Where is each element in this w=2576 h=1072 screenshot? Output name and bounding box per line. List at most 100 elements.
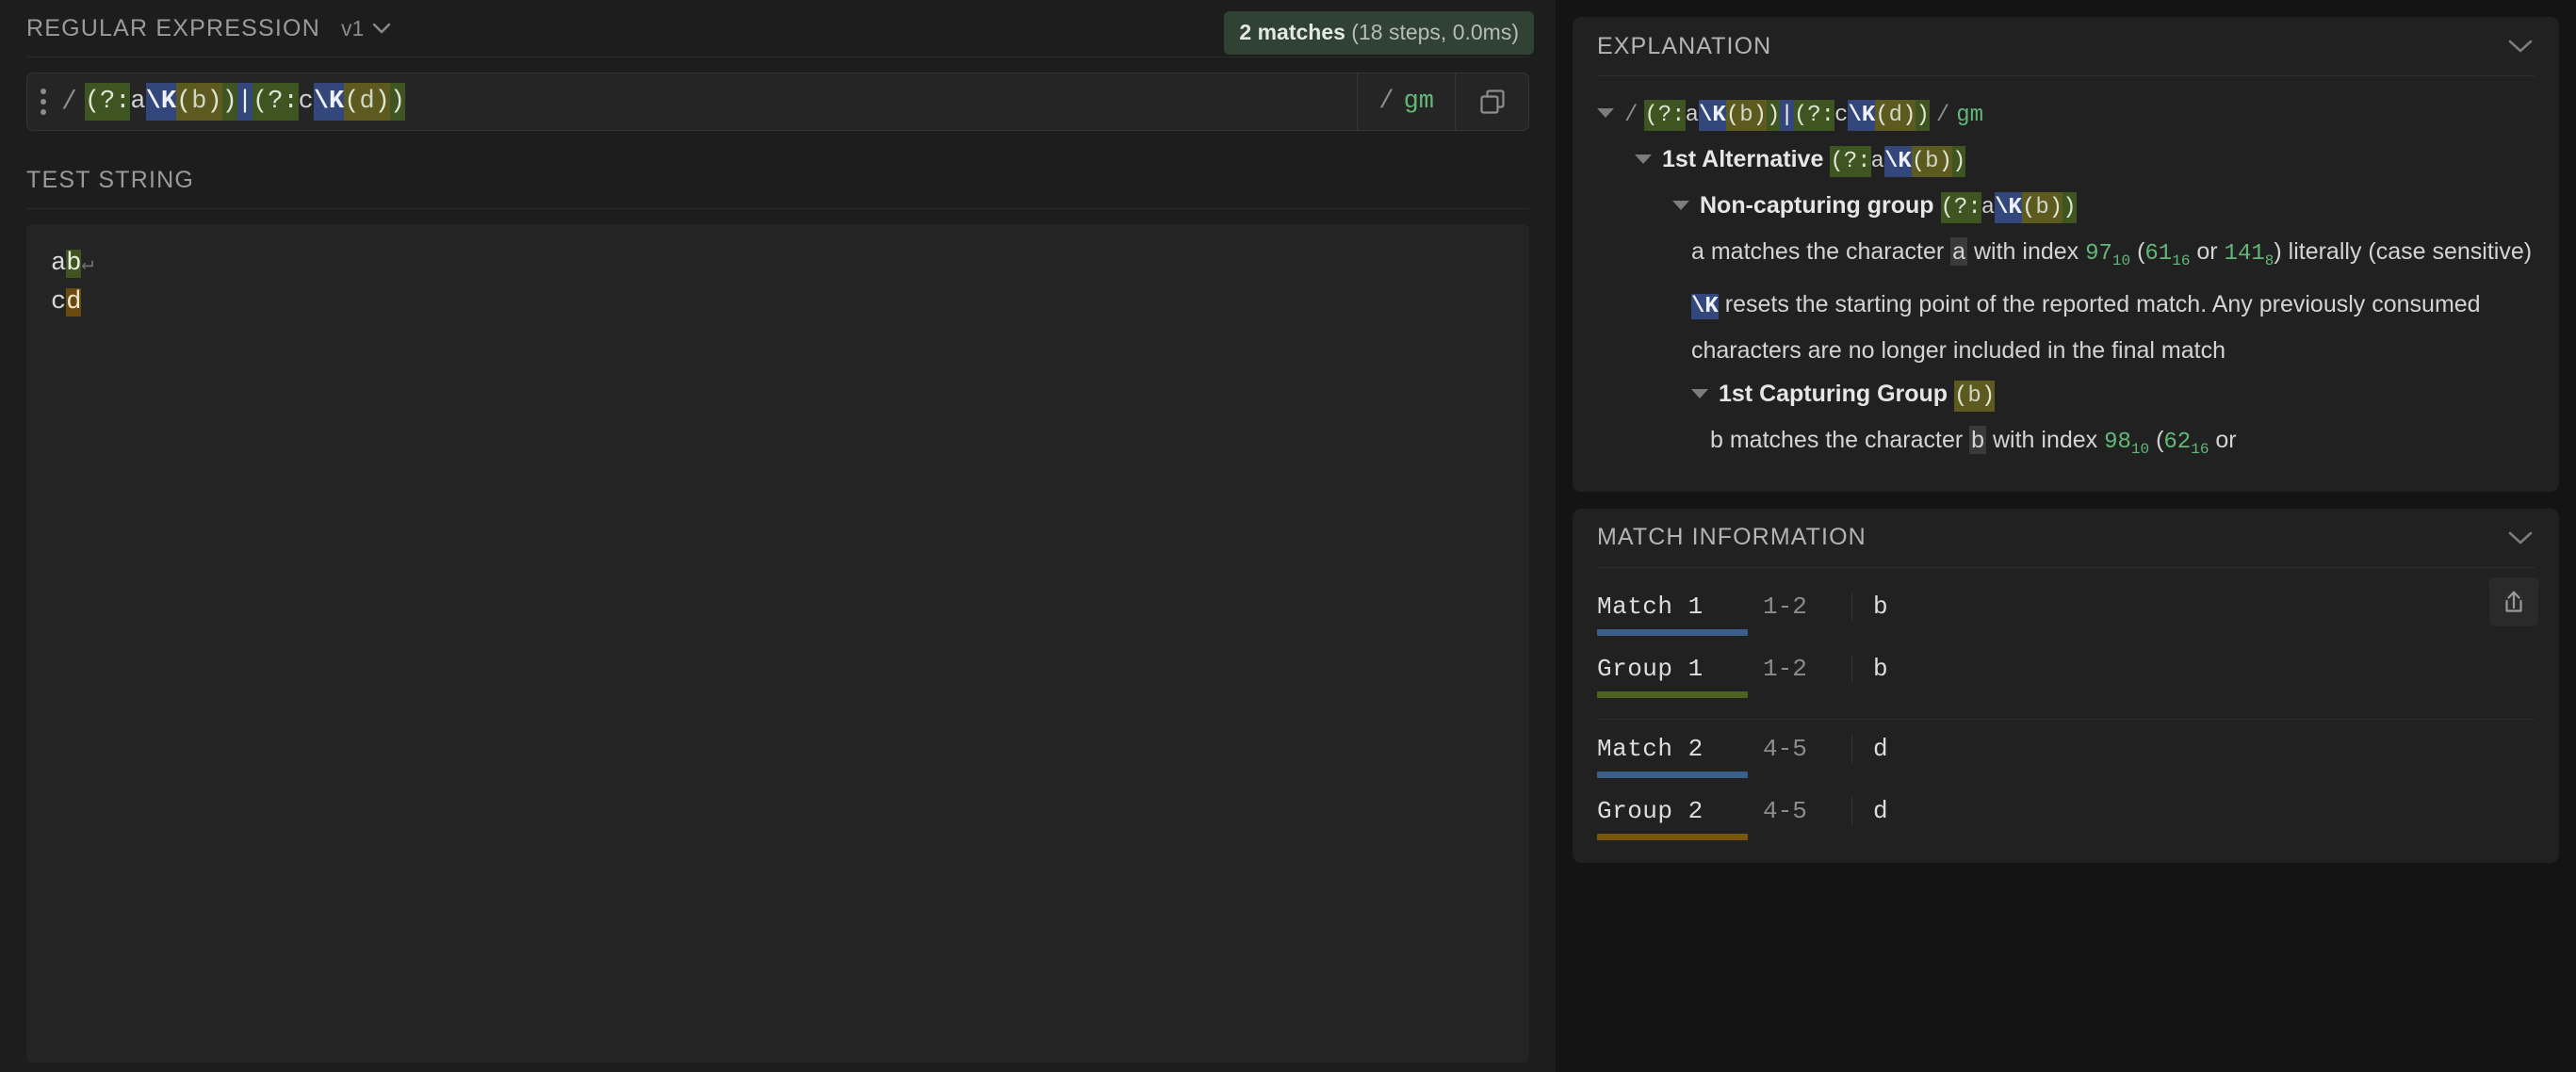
match-label-wrap: Group 2 — [1597, 797, 1748, 840]
expl-cg-token-2: ) — [1981, 380, 1996, 412]
regex-token-14: ) — [389, 83, 406, 121]
test-line-prefix: c — [51, 288, 67, 317]
regex-close-delimiter: / — [1378, 88, 1394, 116]
match-label: Group 1 — [1597, 654, 1704, 683]
explanation-k-description: \K resets the starting point of the repo… — [1597, 283, 2535, 372]
expl-root-token-14: ) — [1916, 100, 1930, 131]
regex-open-delimiter: / — [61, 87, 77, 117]
expl-ncg-token-3: ( — [2021, 192, 2036, 223]
regex-pattern-input[interactable]: (?: a \K(b)) | (?: c \K(d)) — [84, 73, 1358, 130]
explanation-alternative-pattern: (?:a\K(b)) — [1830, 146, 1966, 177]
test-string-section-header: TEST STRING — [0, 152, 1556, 208]
match-range: 4-5 — [1763, 734, 1807, 763]
expl-alt-token-3: ( — [1911, 146, 1926, 177]
explanation-root-flags: gm — [1956, 103, 1984, 128]
newline-marker-icon: ↵ — [81, 252, 94, 276]
test-line-prefix: a — [51, 250, 67, 278]
expl-cg-token-1: b — [1967, 380, 1981, 412]
match-value: d — [1851, 796, 2535, 825]
regex-token-2: \K — [145, 83, 177, 121]
regex-token-11: ( — [344, 83, 360, 121]
match-label-wrap: Match 1 — [1597, 593, 1748, 636]
a-desc-pre: a matches the character — [1691, 238, 1951, 265]
expl-root-token-10: \K — [1848, 100, 1876, 131]
expl-root-token-3: ( — [1725, 100, 1740, 131]
regex-input-box[interactable]: / (?: a \K(b)) | (?: c \K(d)) / gm — [26, 73, 1529, 131]
regex-flags-value: gm — [1403, 88, 1434, 116]
b-desc-mid: with index — [1986, 426, 2105, 453]
explanation-root-row: / (?:a\K(b))|(?:c\K(d)) / gm — [1597, 91, 2535, 138]
explanation-body: / (?:a\K(b))|(?:c\K(d)) / gm 1st Alterna… — [1573, 76, 2559, 492]
copy-regex-button[interactable] — [1455, 73, 1528, 130]
explanation-alternative-label: 1st Alternative — [1662, 146, 1824, 172]
match-information-panel: MATCH INFORMATION Match 1 1-2 b Group 1 1-2 b… — [1573, 508, 2559, 863]
expl-ncg-token-1: a — [1981, 195, 1996, 220]
k-desc-text: resets the starting point of the reporte… — [1691, 290, 2481, 364]
expl-alt-token-2: \K — [1883, 146, 1912, 177]
test-string-header-divider — [26, 208, 1529, 209]
expl-root-token-9: c — [1834, 103, 1849, 128]
share-export-icon — [2505, 591, 2522, 612]
collapse-caret-icon[interactable] — [1672, 201, 1689, 210]
regex-token-6: ) — [221, 83, 237, 121]
a-hex-open: ( — [2130, 238, 2145, 265]
test-line-match-highlight: b — [66, 250, 82, 278]
explanation-close-delimiter: / — [1935, 103, 1950, 128]
match-label: Match 1 — [1597, 592, 1704, 621]
explanation-noncapturing-pattern: (?:a\K(b)) — [1940, 192, 2077, 223]
expl-alt-token-1: a — [1870, 149, 1884, 174]
explanation-panel-header: EXPLANATION — [1573, 17, 2559, 75]
match-label-wrap: Match 2 — [1597, 735, 1748, 778]
match-count-text: 2 matches — [1239, 20, 1345, 44]
collapse-caret-icon[interactable] — [1597, 108, 1614, 118]
explanation-noncapturing-label: Non-capturing group — [1700, 192, 1934, 219]
match-info-row[interactable]: Group 2 4-5 d — [1573, 782, 2559, 844]
match-count-badge: 2 matches (18 steps, 0.0ms) — [1224, 11, 1534, 55]
a-desc-mid: with index — [1967, 238, 2086, 265]
match-label: Match 2 — [1597, 734, 1704, 763]
regex-section-title: REGULAR EXPRESSION — [26, 14, 320, 41]
match-detail-text: (18 steps, 0.0ms) — [1345, 20, 1519, 44]
regex-version-label: v1 — [340, 15, 365, 41]
k-token: \K — [1691, 293, 1719, 319]
right-column: EXPLANATION / (?:a\K(b))|(?:c\K(d)) / gm… — [1556, 0, 2576, 1072]
explanation-open-delimiter: / — [1624, 103, 1639, 128]
expl-alt-token-4: b — [1925, 146, 1939, 177]
match-color-underline — [1597, 833, 1748, 840]
test-line-match-highlight: d — [66, 288, 82, 317]
explanation-alternative-row: 1st Alternative (?:a\K(b)) — [1597, 138, 2535, 184]
expl-root-token-13: ) — [1902, 100, 1916, 131]
match-info-row[interactable]: Group 1 1-2 b — [1573, 640, 2559, 702]
match-info-row[interactable]: Match 1 1-2 b — [1573, 577, 2559, 640]
expl-root-token-8: (?: — [1793, 100, 1835, 131]
match-label-wrap: Group 1 — [1597, 655, 1748, 698]
b-hex-index: 6216 — [2163, 429, 2209, 458]
expl-root-token-6: ) — [1767, 100, 1781, 131]
regex-tester-app: REGULAR EXPRESSION v1 2 matches (18 step… — [0, 0, 2576, 1072]
expl-ncg-token-4: b — [2035, 192, 2049, 223]
chevron-down-icon[interactable] — [2506, 529, 2535, 546]
regex-token-5: ) — [206, 83, 222, 121]
expl-root-token-12: d — [1888, 100, 1903, 131]
explanation-root-pattern: (?:a\K(b))|(?:c\K(d)) — [1644, 100, 1930, 131]
collapse-caret-icon[interactable] — [1635, 154, 1652, 164]
expl-root-token-0: (?: — [1644, 100, 1686, 131]
expl-root-token-4: b — [1739, 100, 1753, 131]
drag-handle-icon[interactable] — [27, 73, 59, 130]
test-string-editor[interactable]: ab↵ cd — [26, 224, 1529, 1063]
expl-root-token-11: ( — [1875, 100, 1889, 131]
collapse-caret-icon[interactable] — [1691, 388, 1708, 398]
chevron-down-icon[interactable] — [2506, 38, 2535, 55]
regex-token-4: b — [191, 83, 207, 121]
export-matches-button[interactable] — [2489, 577, 2538, 626]
expl-alt-token-6: ) — [1951, 146, 1966, 177]
regex-flags-selector[interactable]: / gm — [1357, 73, 1455, 130]
match-info-row[interactable]: Match 2 4-5 d — [1573, 720, 2559, 782]
expl-cg-token-0: ( — [1954, 380, 1968, 412]
match-value: b — [1851, 592, 2535, 621]
regex-version-selector[interactable]: v1 — [341, 16, 391, 41]
expl-ncg-token-5: ) — [2048, 192, 2063, 223]
explanation-b-description: b matches the character b with index 981… — [1597, 418, 2535, 471]
explanation-panel-title: EXPLANATION — [1597, 32, 1772, 59]
regex-token-1: a — [130, 88, 146, 116]
